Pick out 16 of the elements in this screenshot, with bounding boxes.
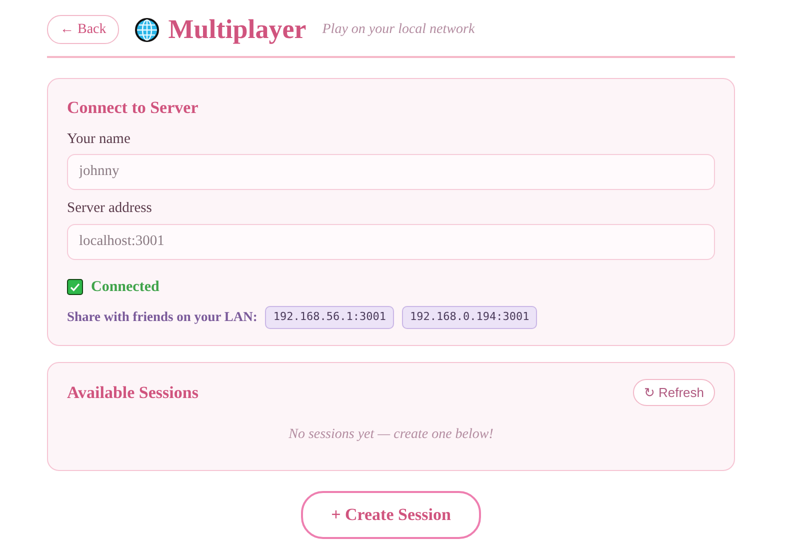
- page-title: Multiplayer: [168, 16, 306, 43]
- globe-icon: [135, 18, 160, 42]
- back-button[interactable]: ← Back: [47, 15, 120, 44]
- panel-title: Available Sessions: [67, 382, 198, 404]
- address-chip: 192.168.56.1:3001: [265, 306, 394, 328]
- page-subtitle: Play on your local network: [322, 21, 475, 39]
- field-label: Server address: [67, 199, 153, 218]
- refresh-button[interactable]: ↻ Refresh: [632, 378, 715, 406]
- panel-title: Connect to Server: [67, 97, 200, 119]
- create-session-button[interactable]: + Create Session: [301, 491, 481, 538]
- field-label: Your name: [67, 130, 132, 148]
- status-text: Connected: [91, 278, 160, 296]
- address-field[interactable]: localhost:3001: [67, 224, 715, 260]
- share-label: Share with friends on your LAN:: [67, 308, 258, 326]
- address-chip: 192.168.0.194:3001: [402, 306, 538, 328]
- empty-message: No sessions yet — create one below!: [288, 427, 494, 442]
